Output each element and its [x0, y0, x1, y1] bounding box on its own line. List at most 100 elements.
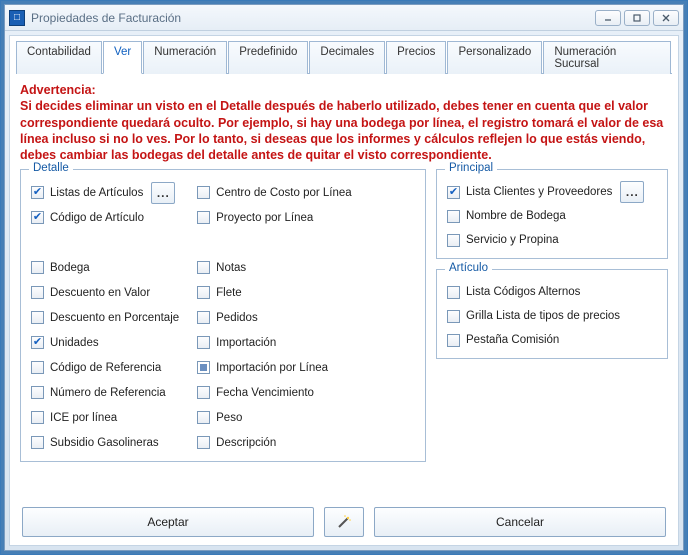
window-title: Propiedades de Facturación — [31, 11, 592, 25]
checkbox-row: Pedidos — [197, 305, 352, 330]
checkbox-label: Grilla Lista de tipos de precios — [466, 310, 620, 322]
detalle-col1: Listas de Artículos... Código de Artículo… — [31, 180, 179, 455]
detalle-more-button[interactable]: ... — [151, 182, 175, 204]
wizard-button[interactable] — [324, 507, 364, 537]
legend-principal: Principal — [445, 162, 497, 174]
tab-numeracion-sucursal[interactable]: Numeración Sucursal — [543, 41, 671, 74]
checkbox[interactable] — [31, 436, 44, 449]
groups: Detalle Listas de Artículos...Código de … — [16, 169, 672, 462]
titlebar: □ Propiedades de Facturación — [5, 5, 683, 31]
checkbox[interactable] — [197, 436, 210, 449]
checkbox[interactable] — [31, 286, 44, 299]
checkbox-row: Listas de Artículos... — [31, 180, 179, 205]
close-button[interactable] — [653, 10, 679, 26]
checkbox-label: Código de Referencia — [50, 362, 161, 374]
checkbox[interactable] — [447, 210, 460, 223]
warning-text: Advertencia: Si decides eliminar un vist… — [20, 82, 668, 163]
checkbox[interactable] — [31, 336, 44, 349]
checkbox[interactable] — [31, 361, 44, 374]
checkbox-row: Peso — [197, 405, 352, 430]
checkbox-row: Fecha Vencimiento — [197, 380, 352, 405]
accept-button[interactable]: Aceptar — [22, 507, 314, 537]
checkbox-label: Lista Códigos Alternos — [466, 286, 580, 298]
checkbox-label: Notas — [216, 262, 246, 274]
checkbox[interactable] — [31, 386, 44, 399]
checkbox[interactable] — [197, 211, 210, 224]
checkbox-label: Descuento en Valor — [50, 287, 150, 299]
minimize-button[interactable] — [595, 10, 621, 26]
checkbox-row: Grilla Lista de tipos de precios — [447, 304, 657, 328]
checkbox-label: Fecha Vencimiento — [216, 387, 314, 399]
checkbox[interactable] — [197, 386, 210, 399]
checkbox-row: Servicio y Propina — [447, 228, 657, 252]
checkbox[interactable] — [447, 310, 460, 323]
checkbox-label: Unidades — [50, 337, 99, 349]
checkbox-row: Descripción — [197, 430, 352, 455]
tab-personalizado[interactable]: Personalizado — [447, 41, 542, 74]
checkbox-row: Importación — [197, 330, 352, 355]
checkbox-row: Lista Clientes y Proveedores... — [447, 180, 657, 204]
checkbox[interactable] — [31, 186, 44, 199]
checkbox-label: Centro de Costo por Línea — [216, 187, 352, 199]
checkbox-label: Peso — [216, 412, 242, 424]
checkbox[interactable] — [447, 286, 460, 299]
tab-numeracion[interactable]: Numeración — [143, 41, 227, 74]
checkbox[interactable] — [197, 261, 210, 274]
checkbox-row: Número de Referencia — [31, 380, 179, 405]
checkbox[interactable] — [31, 261, 44, 274]
checkbox-row: Descuento en Valor — [31, 280, 179, 305]
group-articulo: Artículo Lista Códigos AlternosGrilla Li… — [436, 269, 668, 359]
checkbox[interactable] — [197, 411, 210, 424]
group-detalle: Detalle Listas de Artículos...Código de … — [20, 169, 426, 462]
checkbox[interactable] — [197, 336, 210, 349]
warning-title: Advertencia: — [20, 82, 668, 98]
checkbox-label: Bodega — [50, 262, 90, 274]
checkbox[interactable] — [197, 286, 210, 299]
cancel-button[interactable]: Cancelar — [374, 507, 666, 537]
checkbox[interactable] — [31, 411, 44, 424]
checkbox-row: Subsidio Gasolineras — [31, 430, 179, 455]
checkbox-label: Importación por Línea — [216, 362, 328, 374]
window: □ Propiedades de Facturación Contabilida… — [4, 4, 684, 551]
checkbox-row: Código de Artículo — [31, 205, 179, 230]
tab-decimales[interactable]: Decimales — [309, 41, 385, 74]
checkbox[interactable] — [197, 311, 210, 324]
tab-predefinido[interactable]: Predefinido — [228, 41, 308, 74]
checkbox-label: Código de Artículo — [50, 212, 144, 224]
checkbox[interactable] — [31, 211, 44, 224]
checkbox-label: Lista Clientes y Proveedores — [466, 186, 612, 198]
group-principal: Principal Lista Clientes y Proveedores..… — [436, 169, 668, 259]
checkbox-row: Proyecto por Línea — [197, 205, 352, 230]
checkbox[interactable] — [447, 334, 460, 347]
checkbox-row: ICE por línea — [31, 405, 179, 430]
legend-articulo: Artículo — [445, 262, 492, 274]
checkbox-label: Descuento en Porcentaje — [50, 312, 179, 324]
tab-ver[interactable]: Ver — [103, 41, 142, 74]
tab-strip: Contabilidad Ver Numeración Predefinido … — [16, 40, 672, 74]
checkbox-row: Importación por Línea — [197, 355, 352, 380]
tab-precios[interactable]: Precios — [386, 41, 446, 74]
checkbox-row: Pestaña Comisión — [447, 328, 657, 352]
checkbox-row: Unidades — [31, 330, 179, 355]
client-area: Contabilidad Ver Numeración Predefinido … — [9, 35, 679, 546]
tab-contabilidad[interactable]: Contabilidad — [16, 41, 102, 74]
detalle-col2: Centro de Costo por Línea Proyecto por Lí… — [197, 180, 352, 455]
maximize-button[interactable] — [624, 10, 650, 26]
checkbox[interactable] — [197, 186, 210, 199]
checkbox[interactable] — [31, 311, 44, 324]
wand-icon — [336, 514, 352, 530]
checkbox-label: Proyecto por Línea — [216, 212, 313, 224]
checkbox-row: Descuento en Porcentaje — [31, 305, 179, 330]
checkbox-label: ICE por línea — [50, 412, 117, 424]
checkbox-label: Flete — [216, 287, 242, 299]
checkbox-label: Pedidos — [216, 312, 258, 324]
checkbox[interactable] — [447, 234, 460, 247]
checkbox-row — [31, 230, 179, 255]
checkbox[interactable] — [197, 361, 210, 374]
checkbox[interactable] — [447, 186, 460, 199]
checkbox-label: Pestaña Comisión — [466, 334, 559, 346]
app-icon: □ — [9, 10, 25, 26]
checkbox-label: Número de Referencia — [50, 387, 166, 399]
principal-more-button[interactable]: ... — [620, 181, 644, 203]
checkbox-label: Listas de Artículos — [50, 187, 143, 199]
